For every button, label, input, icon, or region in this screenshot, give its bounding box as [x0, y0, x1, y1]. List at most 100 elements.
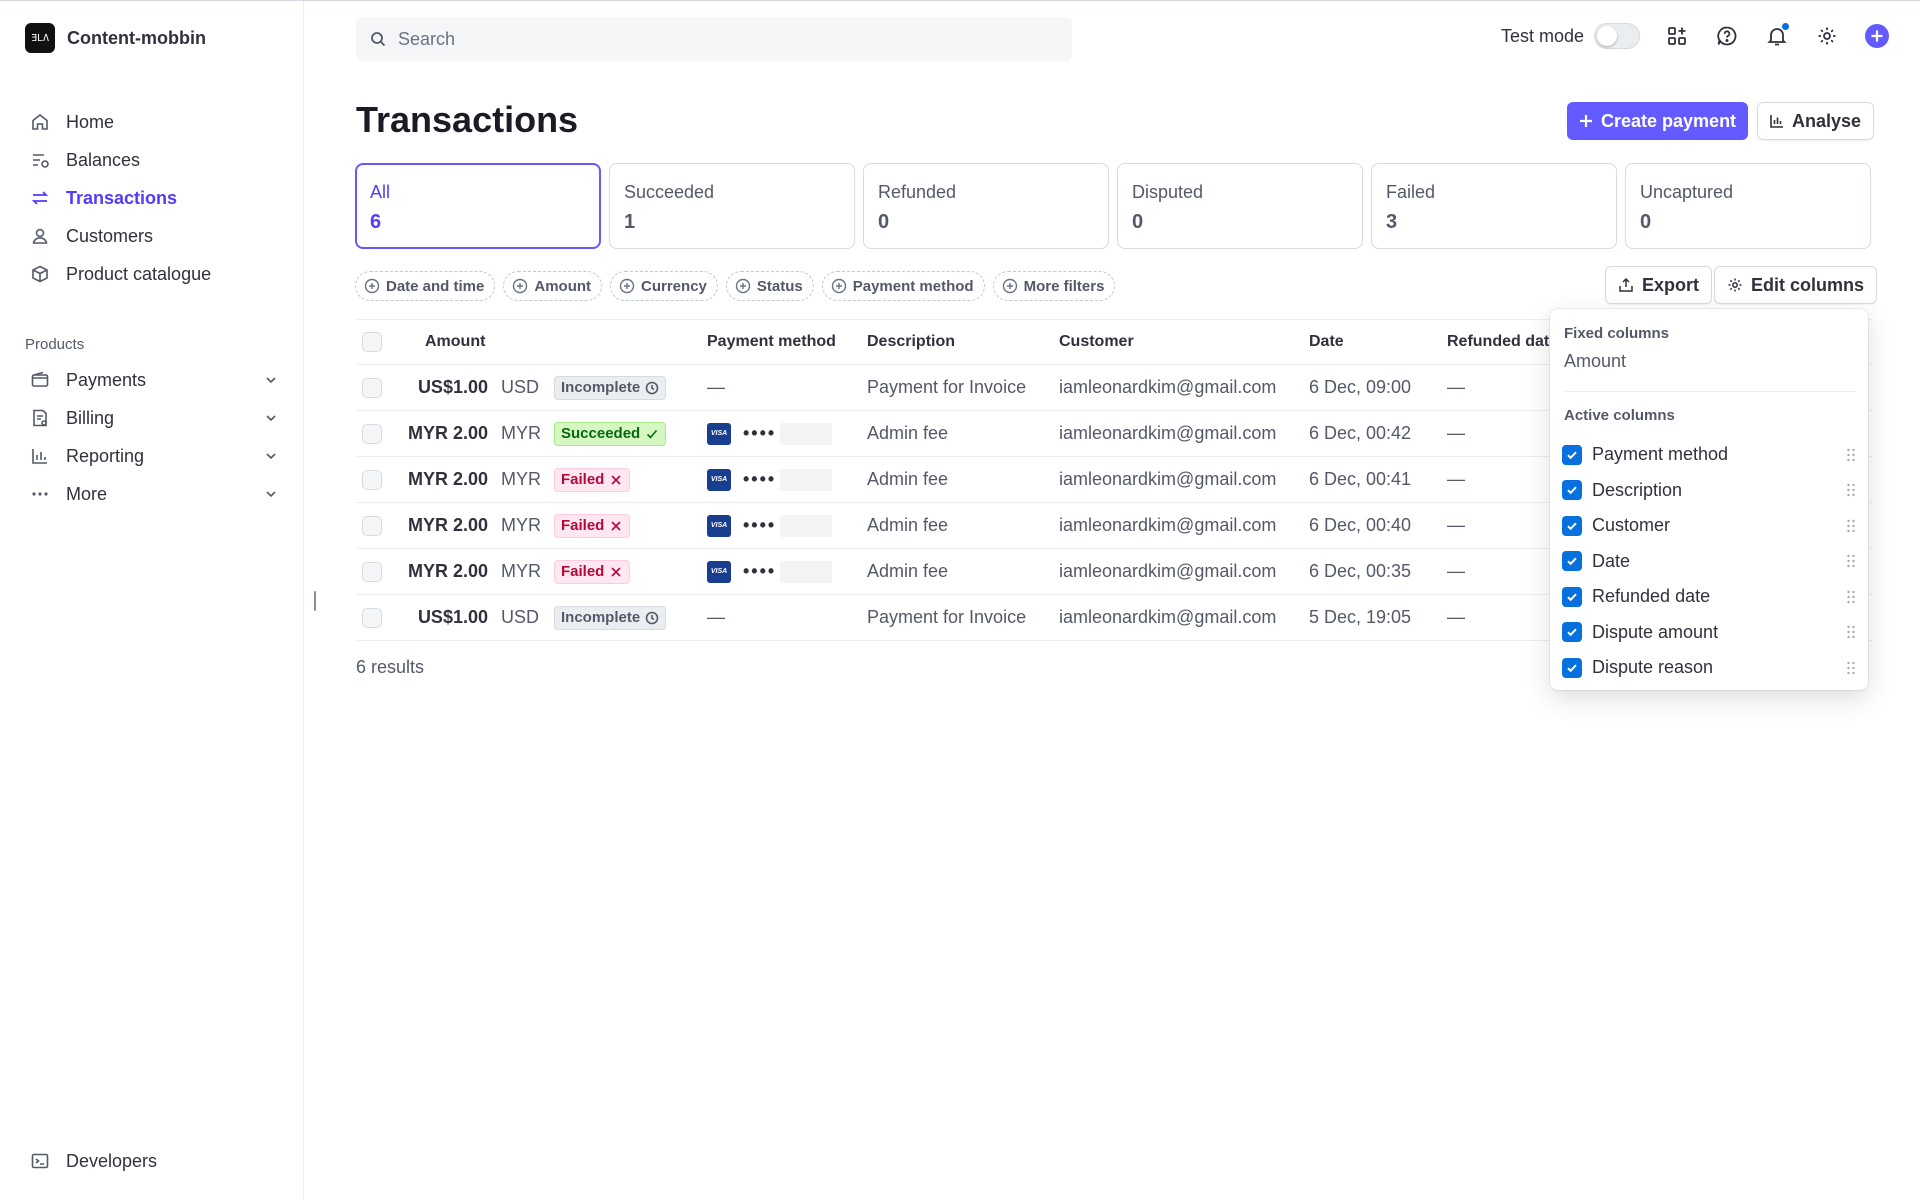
analyse-button[interactable]: Analyse — [1757, 102, 1875, 140]
create-payment-button[interactable]: Create payment — [1567, 102, 1749, 140]
tab-failed[interactable]: Failed 3 — [1371, 163, 1617, 249]
filter-payment-method[interactable]: Payment method — [821, 271, 985, 301]
active-column-item[interactable]: Description — [1562, 473, 1856, 509]
payment-method-cell: VISA •••• — [707, 411, 833, 456]
column-header-amount[interactable]: Amount — [425, 320, 485, 364]
filter-label: Date and time — [386, 277, 485, 295]
sidebar-resize-handle[interactable] — [314, 591, 316, 611]
filter-bar: Date and time Amount Currency Status Pay… — [355, 271, 1116, 301]
filter-more[interactable]: More filters — [992, 271, 1116, 301]
column-checkbox[interactable] — [1562, 444, 1582, 465]
search-bar[interactable] — [356, 17, 1072, 61]
billing-icon — [28, 406, 52, 430]
currency-code: MYR — [501, 515, 541, 535]
column-header-customer[interactable]: Customer — [1059, 320, 1134, 364]
sidebar-item-reporting[interactable]: Reporting — [28, 437, 278, 475]
drag-handle-icon[interactable] — [1846, 553, 1856, 569]
column-checkbox[interactable] — [1562, 657, 1582, 678]
filter-label: Status — [756, 277, 803, 295]
tab-uncaptured[interactable]: Uncaptured 0 — [1625, 163, 1871, 249]
drag-handle-icon[interactable] — [1846, 589, 1856, 605]
drag-handle-icon[interactable] — [1846, 518, 1856, 534]
sidebar-item-home[interactable]: Home — [28, 103, 278, 141]
date-value: 6 Dec, 00:41 — [1309, 469, 1412, 489]
filter-status[interactable]: Status — [725, 271, 814, 301]
tab-label: Uncaptured — [1640, 182, 1734, 202]
drag-handle-icon[interactable] — [1846, 660, 1856, 676]
test-mode-control[interactable]: Test mode — [1501, 23, 1640, 49]
sidebar-item-transactions[interactable]: Transactions — [28, 179, 278, 217]
plus-circle-icon — [513, 278, 528, 294]
active-column-item[interactable]: Date — [1562, 544, 1856, 580]
active-column-item[interactable]: Refunded date — [1562, 579, 1856, 615]
active-columns-list: Payment method Description Customer Date Ref… — [1562, 437, 1856, 686]
fixed-columns-heading: Fixed columns — [1564, 325, 1670, 342]
edit-columns-button[interactable]: Edit columns — [1714, 266, 1878, 304]
chevron-down-icon — [266, 415, 276, 422]
account-switcher[interactable]: ƎLΛ Content-mobbin — [25, 23, 206, 53]
check-icon — [1567, 522, 1577, 530]
visa-card-icon: VISA — [707, 468, 731, 491]
column-header-refunded-date[interactable]: Refunded dat — [1447, 320, 1549, 364]
column-header-payment-method[interactable]: Payment method — [707, 320, 836, 364]
column-header-date[interactable]: Date — [1309, 320, 1344, 364]
status-label: Succeeded — [561, 425, 641, 442]
popover-divider — [1564, 391, 1856, 392]
gear-icon — [1728, 278, 1742, 292]
active-column-item[interactable]: Payment method — [1562, 437, 1856, 473]
drag-handle-icon[interactable] — [1846, 447, 1856, 463]
search-input[interactable] — [398, 28, 998, 50]
filter-amount[interactable]: Amount — [503, 271, 603, 301]
sidebar: ƎLΛ Content-mobbin Home Balances Transac… — [0, 1, 304, 1200]
gear-icon[interactable] — [1814, 23, 1840, 49]
check-icon — [1567, 664, 1577, 672]
create-plus-icon[interactable] — [1864, 23, 1890, 49]
refunded-value: — — [1447, 515, 1465, 535]
sidebar-item-product-catalogue[interactable]: Product catalogue — [28, 255, 278, 293]
help-icon[interactable] — [1714, 23, 1740, 49]
tab-refunded[interactable]: Refunded 0 — [863, 163, 1109, 249]
card-last4-redacted — [780, 514, 833, 537]
tab-disputed[interactable]: Disputed 0 — [1117, 163, 1363, 249]
tab-all[interactable]: All 6 — [355, 163, 601, 249]
active-column-item[interactable]: Dispute amount — [1562, 615, 1856, 651]
column-header-description[interactable]: Description — [867, 320, 955, 364]
sidebar-item-billing[interactable]: Billing — [28, 399, 278, 437]
drag-handle-icon[interactable] — [1846, 624, 1856, 640]
status-tabs: All 6 Succeeded 1 Refunded 0 Disputed 0 … — [355, 163, 1871, 249]
column-checkbox[interactable] — [1562, 622, 1582, 643]
column-checkbox[interactable] — [1562, 551, 1582, 572]
tab-succeeded[interactable]: Succeeded 1 — [609, 163, 855, 249]
apps-icon[interactable] — [1664, 23, 1690, 49]
currency-code: MYR — [501, 469, 541, 489]
select-all-checkbox[interactable] — [362, 332, 382, 352]
date-value: 6 Dec, 00:42 — [1309, 423, 1412, 443]
payment-method-empty: — — [707, 607, 725, 627]
close-icon — [611, 566, 621, 577]
refunded-value: — — [1447, 377, 1465, 397]
sidebar-item-more[interactable]: More — [28, 475, 278, 513]
export-button[interactable]: Export — [1605, 266, 1713, 304]
sidebar-item-customers[interactable]: Customers — [28, 217, 278, 255]
customer-value: iamleonardkim@gmail.com — [1059, 561, 1277, 581]
amount-value: MYR 2.00 — [407, 469, 488, 489]
clock-icon — [645, 381, 659, 394]
date-value: 5 Dec, 19:05 — [1309, 607, 1412, 627]
sidebar-item-developers[interactable]: Developers — [28, 1142, 157, 1180]
test-mode-toggle[interactable] — [1594, 23, 1640, 49]
notifications-icon[interactable] — [1764, 23, 1790, 49]
sidebar-item-balances[interactable]: Balances — [28, 141, 278, 179]
sidebar-item-payments[interactable]: Payments — [28, 361, 278, 399]
column-checkbox[interactable] — [1562, 515, 1582, 536]
filter-date-and-time[interactable]: Date and time — [355, 271, 496, 301]
filter-currency[interactable]: Currency — [610, 271, 718, 301]
date-value: 6 Dec, 09:00 — [1309, 377, 1412, 397]
active-column-item[interactable]: Dispute reason — [1562, 650, 1856, 686]
tab-label: Succeeded — [624, 182, 715, 202]
column-checkbox[interactable] — [1562, 586, 1582, 607]
active-column-item[interactable]: Customer — [1562, 508, 1856, 544]
drag-handle-icon[interactable] — [1846, 482, 1856, 498]
column-checkbox[interactable] — [1562, 480, 1582, 501]
check-icon — [1567, 557, 1577, 566]
plus-circle-icon — [364, 278, 380, 294]
